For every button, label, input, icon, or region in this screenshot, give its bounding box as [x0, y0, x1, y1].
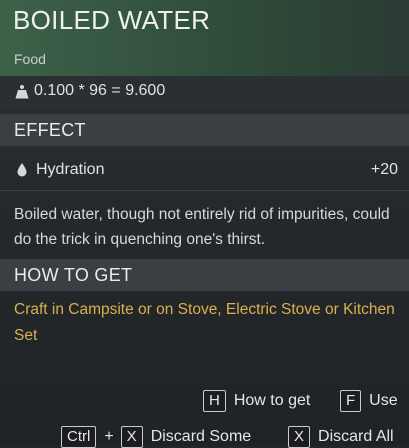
discard-all-hint[interactable]: X Discard All	[288, 426, 394, 448]
water-drop-icon	[17, 163, 27, 177]
key-x: X	[120, 426, 143, 448]
key-x-hold: X	[288, 426, 311, 448]
discard-some-hint[interactable]: Ctrl + X Discard Some	[61, 426, 251, 448]
key-f: F	[340, 390, 362, 412]
use-hint[interactable]: F Use	[340, 390, 398, 412]
weight-row: 0.100 * 96 = 9.600	[0, 76, 409, 108]
use-hint-label: Use	[369, 392, 398, 409]
how-to-get-section-header: HOW TO GET	[0, 259, 409, 291]
plus-sign: +	[104, 428, 114, 445]
discard-some-label: Discard Some	[150, 428, 252, 445]
item-header: BOILED WATER Food	[0, 0, 409, 76]
item-description: Boiled water, though not entirely rid of…	[14, 206, 390, 248]
divider	[0, 190, 409, 191]
item-category: Food	[14, 51, 46, 67]
how-to-get-header-label: HOW TO GET	[14, 265, 133, 285]
key-h: H	[203, 390, 226, 412]
key-ctrl: Ctrl	[61, 426, 97, 448]
weight-formula: 0.100 * 96 = 9.600	[34, 82, 166, 99]
weight-icon	[15, 85, 29, 99]
item-title: BOILED WATER	[13, 5, 211, 35]
how-to-get-hint-label: How to get	[233, 392, 311, 409]
effect-section-header: EFFECT	[0, 114, 409, 146]
effect-stat-value: +20	[370, 161, 398, 178]
effect-header-label: EFFECT	[14, 120, 86, 140]
how-to-get-hint[interactable]: H How to get	[203, 390, 310, 412]
how-to-get-text: Craft in Campsite or on Stove, Electric …	[14, 301, 395, 344]
effect-stat-row: Hydration +20	[0, 154, 409, 186]
effect-stat-name: Hydration	[36, 161, 105, 178]
item-tooltip-panel: BOILED WATER Food 0.100 * 96 = 9.600 EFF…	[0, 0, 409, 448]
discard-all-label: Discard All	[318, 428, 394, 445]
